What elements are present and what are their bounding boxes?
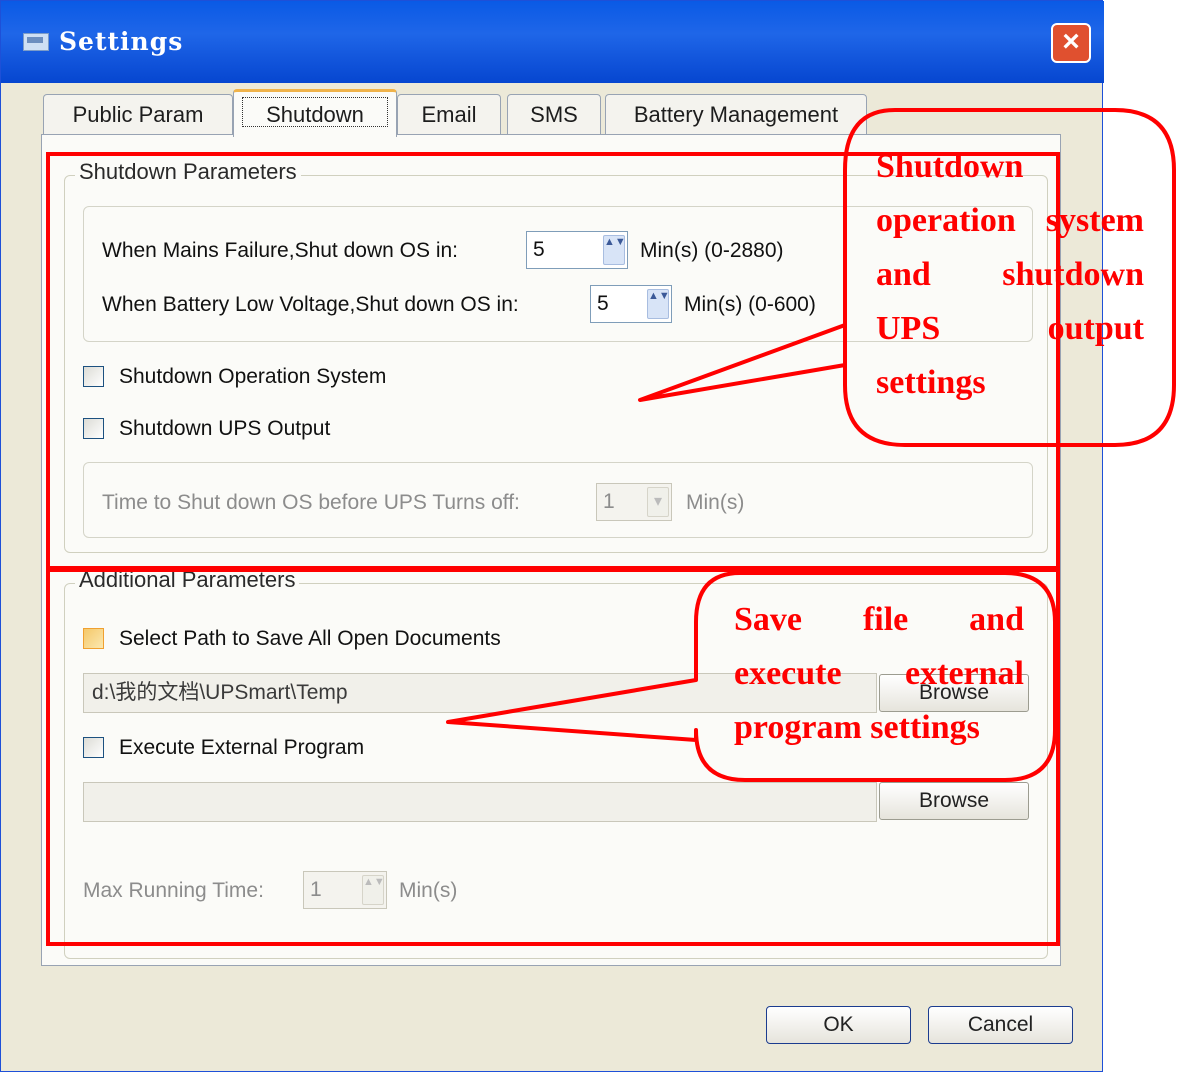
callout-text-shutdown: Shutdown operation system and shutdown U…: [876, 148, 1144, 401]
tab-shutdown[interactable]: Shutdown: [233, 89, 397, 137]
tab-shutdown-label: Shutdown: [266, 102, 364, 127]
callout-text-additional: Save file and execute external program s…: [734, 601, 1024, 746]
